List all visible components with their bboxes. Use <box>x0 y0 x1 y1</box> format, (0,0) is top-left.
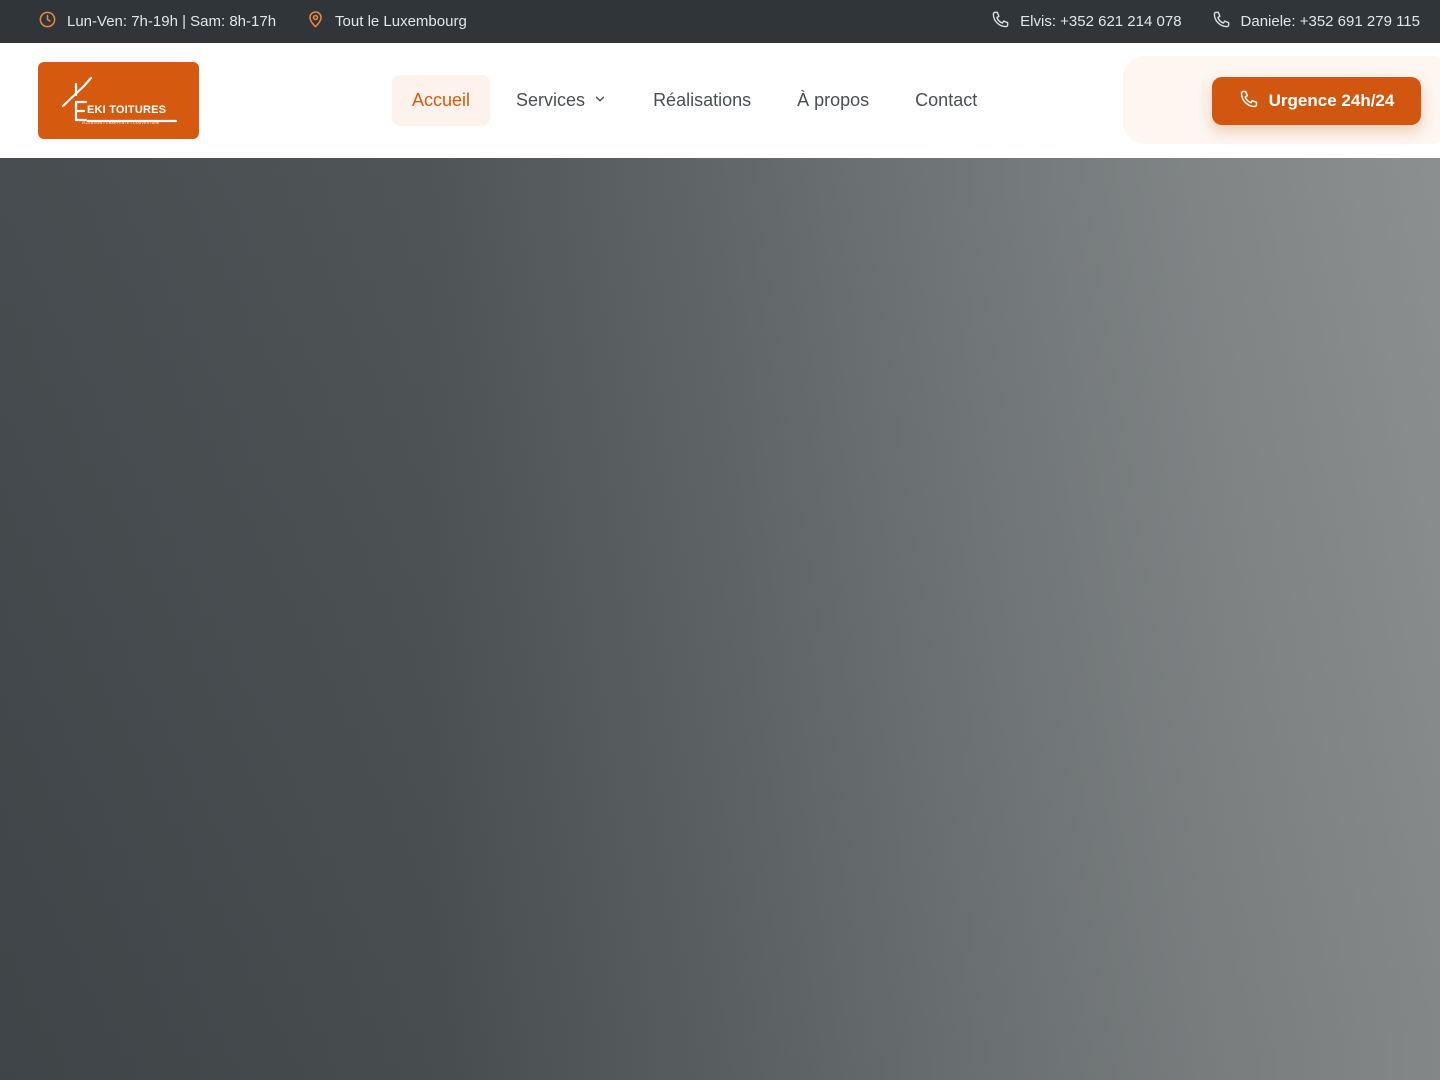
roof-logo-icon <box>61 76 178 123</box>
service-area-text: Tout le Luxembourg <box>335 13 467 30</box>
emergency-call-button[interactable]: Urgence 24h/24 <box>1212 77 1421 125</box>
nav-item-label: Services <box>516 90 586 110</box>
phone-icon <box>991 10 1010 33</box>
opening-hours: Lun-Ven: 7h-19h | Sam: 8h-17h <box>38 10 276 33</box>
phone-daniele-link[interactable]: Daniele: +352 691 279 115 <box>1212 10 1420 33</box>
nav-item-realisations[interactable]: Réalisations <box>633 75 771 126</box>
nav-item-label: Accueil <box>412 90 471 110</box>
company-logo[interactable]: EKI TOITURES ISOLATION • CHARPENTE • COU… <box>38 62 199 139</box>
logo-tagline: ISOLATION • CHARPENTE • COUVERTURE <box>82 121 160 125</box>
topbar-right: Elvis: +352 621 214 078 Daniele: +352 69… <box>991 10 1420 33</box>
top-info-bar: Lun-Ven: 7h-19h | Sam: 8h-17h Tout le Lu… <box>0 0 1440 43</box>
map-pin-icon <box>306 10 325 33</box>
site-header: EKI TOITURES ISOLATION • CHARPENTE • COU… <box>0 43 1440 158</box>
phone-icon <box>1212 10 1231 33</box>
emergency-call-label: Urgence 24h/24 <box>1268 91 1395 110</box>
hero-section <box>0 158 1440 1080</box>
logo-name: EKI TOITURES <box>87 104 167 116</box>
opening-hours-text: Lun-Ven: 7h-19h | Sam: 8h-17h <box>67 13 277 30</box>
phone-daniele-text: Daniele: +352 691 279 115 <box>1240 13 1420 30</box>
nav-item-accueil[interactable]: Accueil <box>392 75 491 126</box>
nav-item-label: À propos <box>797 90 870 110</box>
service-area: Tout le Luxembourg <box>306 10 467 33</box>
phone-elvis-text: Elvis: +352 621 214 078 <box>1020 13 1182 30</box>
phone-elvis-link[interactable]: Elvis: +352 621 214 078 <box>991 10 1182 33</box>
nav-item-contact[interactable]: Contact <box>895 75 997 126</box>
clock-icon <box>38 10 57 33</box>
nav-item-services[interactable]: Services <box>496 75 627 126</box>
topbar-left: Lun-Ven: 7h-19h | Sam: 8h-17h Tout le Lu… <box>38 10 467 33</box>
chevron-down-icon <box>593 90 607 111</box>
nav-item-label: Réalisations <box>653 90 752 110</box>
nav-item-label: Contact <box>915 90 978 110</box>
main-nav: Accueil Services Réalisations À propos C… <box>392 75 997 126</box>
phone-icon <box>1239 89 1259 114</box>
nav-item-a-propos[interactable]: À propos <box>777 75 889 126</box>
